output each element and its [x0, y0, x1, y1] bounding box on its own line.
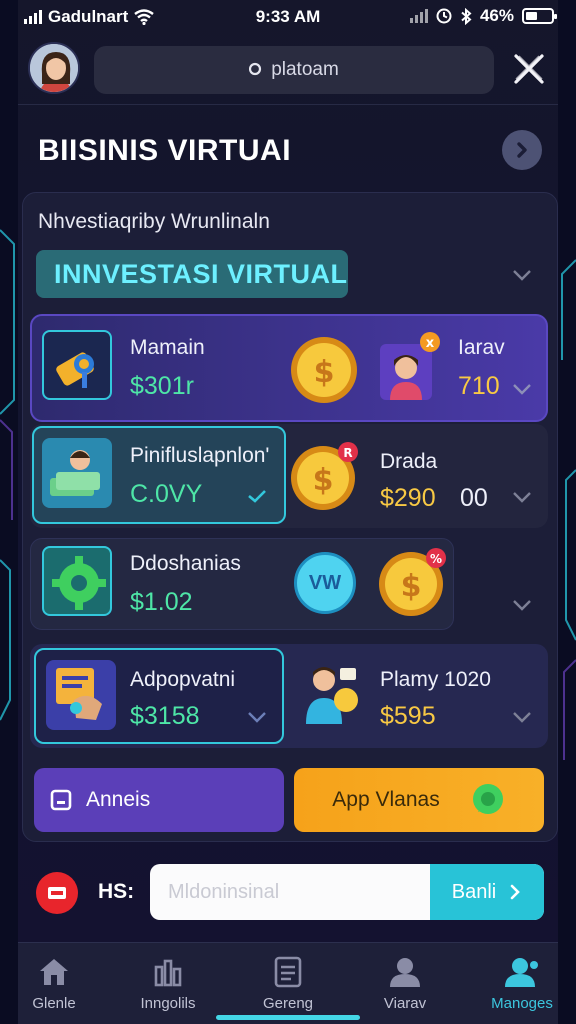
square-icon — [50, 789, 72, 811]
chevron-right-icon — [517, 142, 527, 158]
coin-icon: $ — [291, 337, 357, 403]
bluetooth-icon — [461, 7, 472, 25]
item-thumbnail — [42, 546, 112, 616]
item-right-label: Iarav — [458, 336, 505, 359]
coin-icon: $ R — [291, 442, 358, 510]
search-text: platoam — [271, 59, 339, 80]
close-icon — [514, 54, 544, 84]
hs-label: HS: — [98, 880, 135, 903]
item-value: $1.02 — [130, 588, 193, 616]
alarm-icon — [436, 8, 452, 24]
flag-icon — [48, 887, 66, 899]
chat-icon — [472, 784, 503, 814]
bottom-input-placeholder: Mldoninsinal — [168, 881, 280, 903]
item-label: Ddoshanias — [130, 552, 241, 575]
vw-badge: VW — [294, 552, 356, 614]
tab-label: Gereng — [262, 995, 314, 1012]
submit-button-label: Banli — [451, 880, 497, 903]
tab-label: Inngolils — [140, 995, 196, 1012]
search-field[interactable]: platoam — [94, 46, 494, 94]
home-icon — [40, 959, 68, 985]
money-stack-icon — [50, 450, 100, 496]
svg-text:$: $ — [314, 355, 335, 390]
header-divider — [18, 104, 558, 105]
chevron-down-icon[interactable] — [511, 268, 533, 282]
item-thumbnail — [42, 438, 112, 508]
item-right-value: $595 — [380, 702, 436, 730]
panel-subtitle: Nhvestiaqriby Wrunlinaln — [38, 210, 270, 233]
item-thumbnail — [46, 660, 116, 730]
signal-icon-secondary — [409, 9, 428, 23]
chevron-down-icon[interactable] — [246, 710, 268, 724]
status-bar: Gadulnart 9:33 AM 46% — [0, 0, 576, 34]
item-value: $301r — [130, 372, 194, 400]
battery-percent: 46% — [479, 6, 514, 25]
svg-text:x: x — [426, 336, 435, 351]
chevron-down-icon[interactable] — [511, 598, 533, 612]
page-title: BIISINIS VIRTUAI — [38, 134, 292, 167]
avatar[interactable] — [28, 42, 80, 94]
item-right-value: $290 — [380, 484, 436, 512]
tab-profile[interactable]: Viarav — [355, 951, 455, 1021]
check-icon — [248, 490, 266, 503]
document-hand-icon — [56, 668, 102, 720]
gear-icon — [52, 556, 106, 610]
bottom-input[interactable]: Mldoninsinal Banli — [150, 864, 544, 920]
chart-icon — [154, 959, 182, 987]
item-value: $3158 — [130, 702, 200, 730]
category-tag[interactable]: INNVESTASI VIRTUAL — [36, 250, 348, 298]
tab-bar: Glenle Inngolils Gereng Viarav Manoges — [18, 942, 558, 1024]
battery-icon — [522, 8, 557, 24]
coin-icon: $ % — [379, 548, 446, 616]
tab-home[interactable]: Glenle — [4, 951, 104, 1021]
svg-text:$: $ — [401, 569, 422, 604]
user-icon — [390, 958, 420, 987]
submit-button[interactable]: Banli — [430, 864, 544, 920]
person-icon: x — [380, 332, 440, 400]
item-right-label: Drada — [380, 450, 438, 473]
next-button[interactable] — [502, 130, 542, 170]
item-label: Mamain — [130, 336, 205, 359]
svg-text:$: $ — [313, 463, 334, 498]
document-icon — [274, 956, 302, 988]
tab-manage[interactable]: Manoges — [472, 951, 572, 1021]
item-right-label: Plamy 1020 — [380, 668, 491, 691]
item-label: Pinifluslapnlon' — [130, 444, 270, 467]
app-manage-button[interactable]: App Vlanas — [294, 768, 544, 832]
status-right: 46% — [409, 6, 557, 26]
annex-button[interactable]: Anneis — [34, 768, 284, 832]
tab-general[interactable]: Gereng — [238, 951, 338, 1021]
item-right-extra: 00 — [460, 484, 488, 512]
item-label: Adpopvatni — [130, 668, 236, 691]
tab-label: Viarav — [383, 995, 427, 1012]
chevron-down-icon[interactable] — [511, 382, 533, 396]
businessman-icon — [306, 667, 358, 724]
flag-button[interactable] — [36, 872, 78, 914]
chevron-right-icon — [510, 884, 521, 900]
home-indicator[interactable] — [216, 1015, 360, 1020]
tab-label: Glenle — [32, 995, 76, 1012]
app-manage-button-label: App Vlanas — [332, 788, 440, 811]
chevron-down-icon[interactable] — [511, 490, 533, 504]
chevron-down-icon[interactable] — [511, 710, 533, 724]
item-right-value: 710 — [458, 372, 500, 400]
svg-text:%: % — [430, 552, 442, 566]
close-button[interactable] — [508, 48, 550, 90]
annex-button-label: Anneis — [86, 788, 151, 811]
search-icon — [249, 62, 262, 76]
svg-text:R: R — [343, 446, 352, 460]
users-icon — [505, 958, 538, 987]
key-icon — [56, 352, 94, 388]
item-thumbnail — [42, 330, 112, 400]
tab-insights[interactable]: Inngolils — [118, 951, 218, 1021]
item-value: C.0VY — [130, 480, 203, 508]
tab-label: Manoges — [491, 995, 553, 1012]
